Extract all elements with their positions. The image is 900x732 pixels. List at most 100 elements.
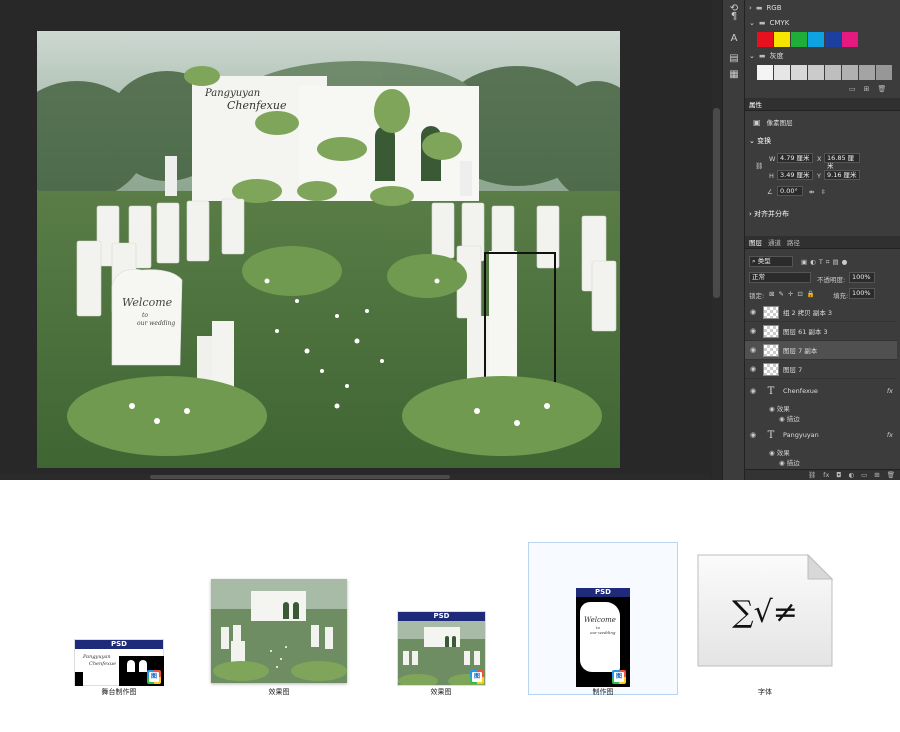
layer-row[interactable]: ◉ 图层 7 — [745, 360, 897, 379]
layer-type-label: 像素图层 — [766, 119, 793, 127]
tab-paths[interactable]: 路径 — [787, 237, 800, 247]
new-layer-icon[interactable]: ⊞ — [874, 470, 879, 480]
swatch-group-cmyk[interactable]: ⌄ ▬ CMYK — [749, 16, 789, 30]
lock-label: 锁定: — [749, 292, 765, 300]
new-swatch-icon[interactable]: ⊞ — [864, 85, 870, 93]
blend-mode-select[interactable]: 正常 — [749, 272, 811, 283]
color-swatch[interactable] — [825, 65, 841, 80]
cmyk-swatches[interactable] — [757, 32, 858, 47]
adjustment-layer-icon[interactable]: ◐ — [848, 470, 854, 480]
thumb-script-1: Pangyuyan — [83, 654, 111, 660]
delete-swatch-icon[interactable]: 🗑 — [878, 85, 887, 93]
visibility-eye-icon[interactable]: ◉ — [745, 346, 761, 354]
flip-vertical-icon[interactable]: ⇳ — [820, 188, 825, 196]
add-mask-icon[interactable]: ◘ — [836, 470, 841, 480]
align-section-header[interactable]: › 对齐并分布 — [749, 209, 789, 219]
transform-label: 变换 — [757, 137, 772, 145]
paragraph-icon[interactable]: ¶ — [727, 10, 741, 24]
properties-panel-icon[interactable]: ▤ — [727, 52, 741, 66]
transform-section-header[interactable]: ⌄ 变换 — [749, 136, 771, 146]
link-layers-icon[interactable]: ⛓ — [808, 470, 816, 480]
file-thumb-render-jpg[interactable] — [211, 579, 347, 683]
link-dimensions-icon[interactable]: ⛓ — [755, 162, 763, 170]
artboard-wedding-scene[interactable]: Pangyuyan Chenfexue Welcome to our weddi… — [37, 31, 620, 468]
opacity-label: 不透明度: — [817, 276, 846, 284]
opacity-field[interactable]: 100% — [849, 272, 875, 283]
layer-filter-kind[interactable]: ⌕ 类型 — [749, 256, 793, 267]
w-label: W — [769, 155, 776, 163]
swatch-group-gray[interactable]: ⌄ ▬ 灰度 — [749, 49, 784, 63]
layer-row-text[interactable]: ◉ T Pangyuyan fx — [745, 424, 897, 446]
effect-stroke-row[interactable]: ◉ 描边 — [779, 413, 800, 423]
color-swatch[interactable] — [859, 65, 875, 80]
color-swatch[interactable] — [757, 32, 773, 47]
gray-swatches[interactable] — [757, 65, 892, 80]
color-swatch[interactable] — [808, 65, 824, 80]
photoshop-window: Pangyuyan Chenfexue Welcome to our weddi… — [0, 0, 900, 480]
color-swatch[interactable] — [791, 65, 807, 80]
layer-filter-icons[interactable]: ▣◐T⌗▤● — [801, 258, 850, 267]
fx-icon[interactable]: fx — [887, 431, 893, 439]
canvas-vertical-scrollbar[interactable] — [712, 0, 722, 480]
effects-row[interactable]: ◉ 效果 — [769, 447, 790, 457]
text-layer-icon: T — [767, 429, 775, 441]
visibility-eye-icon[interactable]: ◉ — [745, 365, 761, 373]
flip-horizontal-icon[interactable]: ⇹ — [809, 188, 814, 196]
tab-layers[interactable]: 图层 — [749, 237, 762, 247]
add-style-icon[interactable]: fx — [823, 470, 829, 480]
color-swatch[interactable] — [791, 32, 807, 47]
height-field[interactable]: 3.49 厘米 — [777, 170, 813, 180]
file-thumb-production-psd-selected[interactable]: PSD Welcome to our wedding 图 — [528, 542, 678, 695]
y-field[interactable]: 9.16 厘米 — [824, 170, 860, 180]
swatch-footer-buttons: ▭ ⊞ 🗑 — [849, 85, 886, 93]
layers-tabbar: 图层 通道 路径 — [745, 236, 900, 249]
layer-row[interactable]: ◉ 图层 61 副本 3 — [745, 322, 897, 341]
color-swatch[interactable] — [808, 32, 824, 47]
layer-row-selected[interactable]: ◉ 图层 7 副本 — [745, 341, 897, 360]
visibility-eye-icon[interactable]: ◉ — [745, 327, 761, 335]
x-field[interactable]: 16.85 厘米 — [824, 153, 860, 170]
character-icon[interactable]: A — [727, 32, 741, 46]
color-swatch[interactable] — [774, 65, 790, 80]
effect-stroke-label: 描边 — [786, 415, 800, 423]
width-field[interactable]: 4.79 厘米 — [777, 153, 813, 163]
color-swatch[interactable] — [842, 32, 858, 47]
angle-field[interactable]: 0.00° — [777, 186, 803, 196]
file-thumb-font[interactable]: ∑√≠ — [696, 553, 834, 668]
new-group-icon[interactable]: ▭ — [861, 470, 867, 480]
visibility-eye-icon[interactable]: ◉ — [745, 308, 761, 316]
welcome-sign-to: to — [142, 312, 148, 319]
layer-type-row: ▣ 像素图层 — [753, 117, 793, 128]
visibility-eye-icon[interactable]: ◉ — [745, 431, 761, 439]
canvas-area[interactable]: Pangyuyan Chenfexue Welcome to our weddi… — [0, 0, 710, 480]
tab-channels[interactable]: 通道 — [768, 237, 781, 247]
color-swatch[interactable] — [876, 65, 892, 80]
color-swatch[interactable] — [825, 32, 841, 47]
lock-buttons[interactable]: ⊠✎✛⊡🔒 — [769, 290, 819, 298]
effects-row[interactable]: ◉ 效果 — [769, 403, 790, 413]
tab-properties[interactable]: 属性 — [749, 99, 762, 109]
color-swatch[interactable] — [774, 32, 790, 47]
color-swatch[interactable] — [842, 65, 858, 80]
fx-icon[interactable]: fx — [887, 387, 893, 395]
swatch-group-rgb-label: RGB — [766, 4, 782, 12]
photoshop-file-icon: 图 — [147, 670, 161, 684]
file-thumb-render-psd[interactable]: PSD 图 — [397, 611, 486, 686]
font-glyphs: ∑√≠ — [732, 595, 798, 630]
swatch-group-rgb[interactable]: › ▬ RGB — [749, 1, 782, 15]
file-thumb-stage-psd[interactable]: PSD Pangyuyan Chenfexue 图 — [74, 639, 164, 686]
effect-stroke-row[interactable]: ◉ 描边 — [779, 457, 800, 467]
layer-row[interactable]: ◉ 组 2 拷贝 副本 3 — [745, 303, 897, 322]
color-swatch[interactable] — [757, 65, 773, 80]
text-layer-icon: T — [767, 385, 775, 397]
delete-layer-icon[interactable]: 🗑 — [887, 470, 895, 480]
layer-row-text[interactable]: ◉ T Chenfexue fx — [745, 380, 897, 402]
visibility-eye-icon[interactable]: ◉ — [745, 387, 761, 395]
libraries-icon[interactable]: ▦ — [727, 68, 741, 82]
new-group-icon[interactable]: ▭ — [849, 85, 856, 93]
file-thumbnails-strip: PSD Pangyuyan Chenfexue 图 舞台制作图 效果图 PSD … — [0, 480, 900, 732]
layer-thumbnail — [763, 343, 779, 357]
psd-badge: PSD — [576, 588, 630, 597]
fill-field[interactable]: 100% — [849, 288, 875, 299]
photoshop-file-icon: 图 — [612, 670, 626, 684]
